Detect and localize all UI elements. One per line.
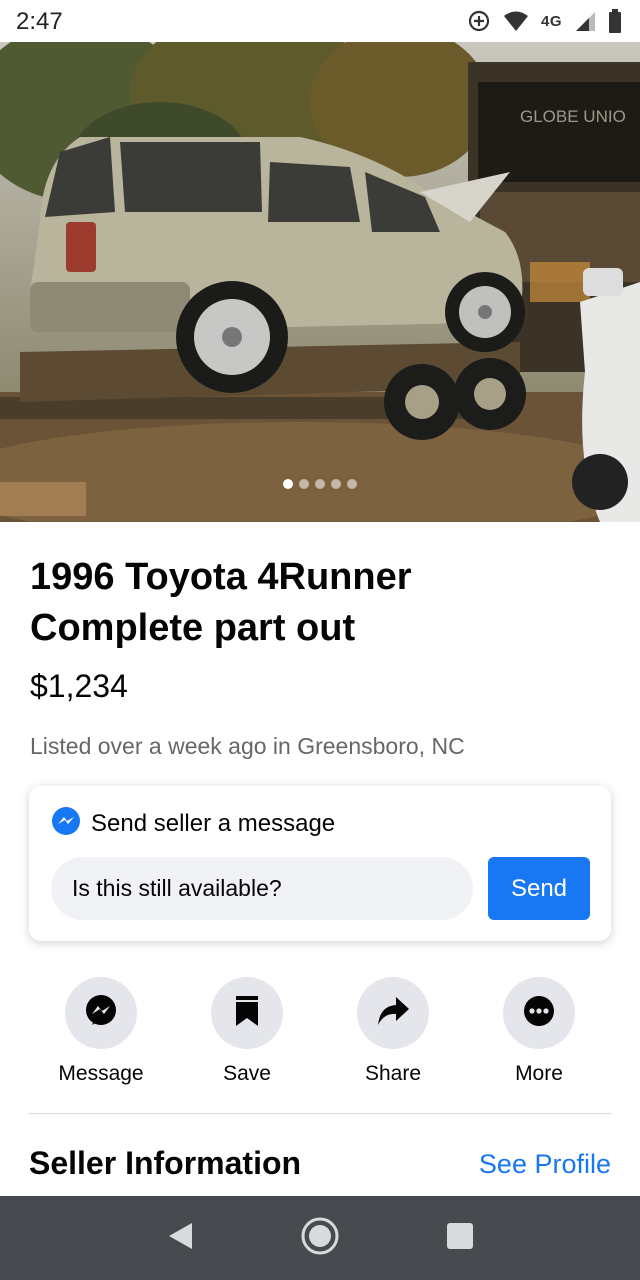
- carousel-dot[interactable]: [299, 479, 309, 489]
- system-nav-bar: [0, 1196, 640, 1280]
- data-saver-icon: [467, 9, 491, 33]
- photo-sign-text: GLOBE UNIO: [520, 107, 626, 126]
- action-circle[interactable]: [65, 977, 137, 1049]
- carousel-dot[interactable]: [347, 479, 357, 489]
- action-label: Message: [58, 1062, 144, 1085]
- action-circle[interactable]: [503, 977, 575, 1049]
- action-row: Message Save Share More: [28, 977, 612, 1087]
- back-icon: [166, 1221, 194, 1256]
- messenger-icon: [83, 993, 119, 1034]
- home-button[interactable]: [290, 1208, 350, 1268]
- message-action-button[interactable]: Message: [28, 977, 174, 1087]
- action-label: More: [515, 1062, 563, 1085]
- section-divider: [28, 1113, 612, 1114]
- carousel-dot[interactable]: [331, 479, 341, 489]
- share-arrow-icon: [376, 996, 410, 1031]
- messenger-icon: [51, 806, 81, 841]
- listing-photo[interactable]: GLOBE UNIO: [0, 42, 640, 522]
- carousel-dot[interactable]: [283, 479, 293, 489]
- home-icon: [300, 1216, 340, 1261]
- wifi-icon: [503, 10, 529, 32]
- status-time: 2:47: [16, 8, 63, 35]
- message-card-header: Send seller a message: [51, 806, 335, 841]
- listing-price: $1,234: [30, 668, 128, 704]
- listing-time-location: Listed over a week ago in Greensboro, NC: [30, 733, 465, 759]
- seller-info-heading: Seller Information: [29, 1145, 302, 1181]
- share-action-button[interactable]: Share: [320, 977, 466, 1087]
- carousel-indicator: [0, 479, 640, 489]
- action-label: Share: [364, 1062, 422, 1085]
- listing-title: 1996 Toyota 4Runner Complete part out: [30, 556, 412, 649]
- network-type-label: 4G: [540, 12, 562, 30]
- status-bar: 2:47 4G: [0, 0, 640, 42]
- carousel-dot[interactable]: [315, 479, 325, 489]
- status-icons: 4G: [467, 6, 622, 36]
- more-dots-icon: [523, 995, 555, 1032]
- message-card-title: Send seller a message: [91, 809, 336, 837]
- send-button[interactable]: Send: [488, 857, 590, 920]
- save-action-button[interactable]: Save: [174, 977, 320, 1087]
- recents-icon: [446, 1222, 474, 1255]
- send-message-card: Send seller a message Is this still avai…: [29, 786, 611, 941]
- back-button[interactable]: [150, 1208, 210, 1268]
- action-label: Save: [223, 1062, 271, 1085]
- signal-icon: [574, 10, 596, 32]
- bookmark-icon: [234, 995, 260, 1032]
- see-profile-link[interactable]: See Profile: [479, 1149, 611, 1180]
- battery-icon: [608, 9, 622, 33]
- recents-button[interactable]: [430, 1208, 490, 1268]
- message-input[interactable]: Is this still available?: [51, 857, 473, 920]
- more-action-button[interactable]: More: [466, 977, 612, 1087]
- action-circle[interactable]: [211, 977, 283, 1049]
- action-circle[interactable]: [357, 977, 429, 1049]
